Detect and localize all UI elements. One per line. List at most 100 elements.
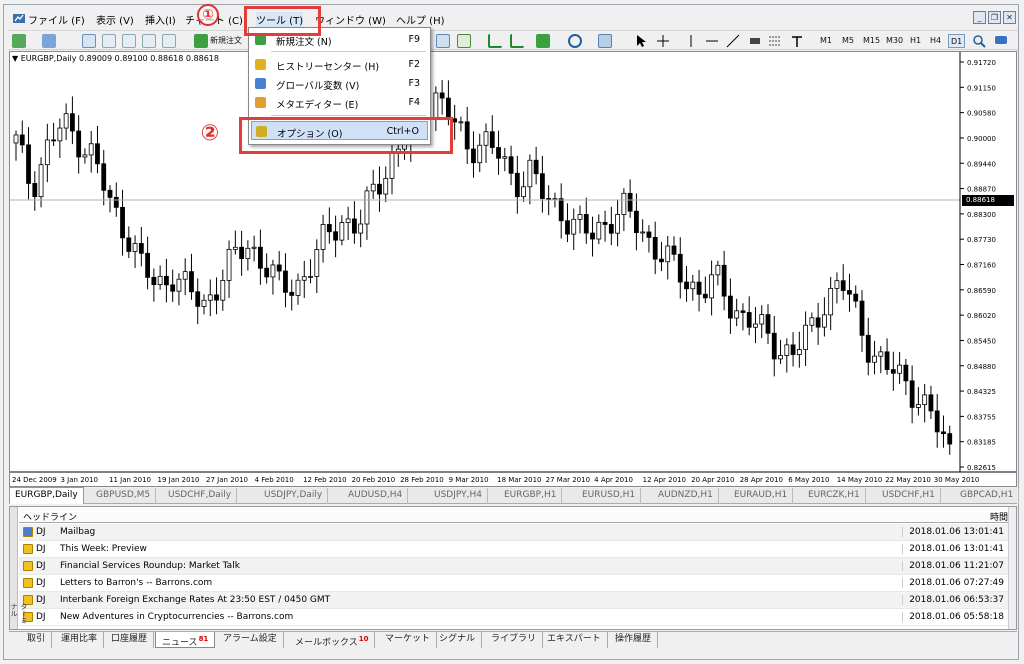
candlestick-chart[interactable]: 0.91720 0.91150 0.90580 0.90000 0.89440 0.888…: [10, 52, 1016, 486]
terminal-tab[interactable]: アラーム設定: [217, 632, 284, 648]
chart-tab[interactable]: GBPUSD,M5: [91, 488, 157, 504]
new-order-icon[interactable]: [194, 34, 208, 48]
chart-tab[interactable]: GBPCAD,H1: [955, 488, 1020, 504]
chart-tabs: EURGBP,Daily GBPUSD,M5 USDCHF,Daily USDJPY,…: [9, 487, 1020, 504]
chart-tab[interactable]: AUDUSD,H4: [343, 488, 409, 504]
timeframe-d1[interactable]: D1: [948, 34, 966, 48]
candle-body: [934, 410, 940, 433]
new-chart-icon[interactable]: [12, 34, 26, 48]
timeframe-m15[interactable]: M15: [861, 34, 882, 48]
terminal-scrollbar[interactable]: [1008, 507, 1016, 629]
candle-body: [489, 131, 495, 148]
chart-tab[interactable]: EURAUD,H1: [729, 488, 794, 504]
templates-icon[interactable]: [598, 34, 612, 48]
timeframe-m1[interactable]: M1: [818, 34, 834, 48]
news-headline: This Week: Preview: [60, 544, 147, 554]
candle-body: [922, 394, 928, 405]
candle-body: [533, 159, 539, 175]
news-row[interactable]: DJ Letters to Barron's -- Barrons.com 2018…: [19, 575, 1008, 592]
terminal-tab[interactable]: 口座履歴: [105, 632, 155, 648]
indicators-icon[interactable]: [536, 34, 550, 48]
candle-body: [941, 431, 946, 435]
news-time: 2018.01.06 07:27:49: [902, 578, 1006, 588]
profiles-icon[interactable]: [42, 34, 56, 48]
chat-icon[interactable]: [994, 34, 1008, 48]
menu-window[interactable]: ウィンドウ (W): [315, 12, 386, 27]
tile-windows-icon[interactable]: [457, 34, 471, 48]
terminal-tab[interactable]: 取引: [21, 632, 53, 648]
timeframe-h4[interactable]: H4: [928, 34, 943, 48]
menu-file[interactable]: ファイル (F): [28, 12, 85, 27]
close-button[interactable]: ✕: [1003, 11, 1016, 24]
timeframe-m30[interactable]: M30: [884, 34, 905, 48]
terminal-icon[interactable]: [142, 34, 156, 48]
candle-body: [351, 218, 357, 234]
vertical-line-icon[interactable]: [684, 34, 698, 48]
menu-item-history-center[interactable]: ヒストリーセンター (H) F2: [249, 55, 430, 74]
terminal-tab[interactable]: シグナル: [433, 632, 483, 648]
candle-body: [458, 121, 464, 124]
candle-body: [232, 246, 238, 250]
restore-button[interactable]: ❐: [988, 11, 1001, 24]
news-row[interactable]: DJ Mailbag 2018.01.06 13:01:41: [19, 524, 1008, 541]
timeframe-h1[interactable]: H1: [908, 34, 923, 48]
chart-tab[interactable]: EURGBP,H1: [499, 488, 563, 504]
candle-body: [690, 281, 696, 290]
terminal-tab[interactable]: 運用比率: [55, 632, 105, 648]
crosshair-icon[interactable]: [656, 34, 670, 48]
menu-help[interactable]: ヘルプ (H): [396, 12, 445, 27]
channel-icon[interactable]: [748, 34, 762, 48]
fibonacci-icon[interactable]: [768, 34, 782, 48]
chart-tab[interactable]: EURUSD,H1: [577, 488, 642, 504]
news-row[interactable]: DJ New Adventures in Cryptocurrencies -- …: [19, 609, 1008, 626]
chart-shift-icon[interactable]: [488, 34, 502, 48]
menu-item-global-variables[interactable]: グローバル変数 (V) F3: [249, 74, 430, 93]
candle-body: [138, 243, 144, 254]
cursor-icon[interactable]: [634, 34, 648, 48]
terminal-tab[interactable]: エキスパート: [541, 632, 608, 648]
zoom-out-icon[interactable]: [436, 34, 450, 48]
chart-tab[interactable]: USDJPY,H4: [429, 488, 488, 504]
candle-body: [82, 154, 88, 158]
candle-body: [358, 223, 364, 234]
data-window-icon[interactable]: [102, 34, 116, 48]
menu-view[interactable]: 表示 (V): [96, 12, 134, 27]
menu-insert[interactable]: 挿入(I): [145, 12, 176, 27]
candle-body: [790, 344, 796, 355]
search-icon[interactable]: [972, 34, 986, 48]
terminal-tab[interactable]: 操作履歴: [609, 632, 659, 648]
app-icon[interactable]: [12, 12, 26, 27]
chart-tab[interactable]: USDJPY,Daily: [259, 488, 329, 504]
candle-body: [558, 198, 564, 222]
menu-item-metaeditor[interactable]: メタエディター (E) F4: [249, 93, 430, 112]
terminal-tab[interactable]: ライブラリ: [485, 632, 544, 648]
candle-body: [19, 134, 25, 146]
minimize-button[interactable]: _: [973, 11, 986, 24]
trendline-icon[interactable]: [726, 34, 740, 48]
new-order-button[interactable]: 新規注文: [208, 34, 244, 48]
market-watch-icon[interactable]: [82, 34, 96, 48]
chart-tab[interactable]: AUDNZD,H1: [653, 488, 719, 504]
terminal-tab[interactable]: マーケット: [379, 632, 438, 648]
chart-tab[interactable]: USDCHF,Daily: [163, 488, 238, 504]
chart-tab[interactable]: EURGBP,Daily: [9, 487, 84, 504]
timeframe-m5[interactable]: M5: [840, 34, 856, 48]
price-chart[interactable]: 0.91720 0.91150 0.90580 0.90000 0.89440 0.888…: [9, 51, 1017, 487]
headline-column-header[interactable]: ヘッドライン: [23, 510, 77, 523]
time-column-header[interactable]: 時間: [990, 510, 1008, 523]
terminal-tab[interactable]: ニュース81: [155, 632, 216, 648]
news-row[interactable]: DJ This Week: Preview 2018.01.06 13:01:41: [19, 541, 1008, 558]
date-tick-label: 20 Apr 2010: [691, 476, 734, 484]
strategy-tester-icon[interactable]: [162, 34, 176, 48]
chart-tab[interactable]: EURCZK,H1: [803, 488, 866, 504]
chart-tab[interactable]: USDCHF,H1: [877, 488, 941, 504]
navigator-icon[interactable]: [122, 34, 136, 48]
news-row[interactable]: DJ Financial Services Roundup: Market Tal…: [19, 558, 1008, 575]
news-header: ヘッドライン 時間: [19, 507, 1016, 523]
text-tool-icon[interactable]: [790, 34, 804, 48]
periods-icon[interactable]: [568, 34, 582, 48]
horizontal-line-icon[interactable]: [705, 34, 719, 48]
news-row[interactable]: DJ Interbank Foreign Exchange Rates At 23…: [19, 592, 1008, 609]
terminal-tab[interactable]: メールボックス10: [289, 632, 376, 648]
autoscroll-icon[interactable]: [510, 34, 524, 48]
